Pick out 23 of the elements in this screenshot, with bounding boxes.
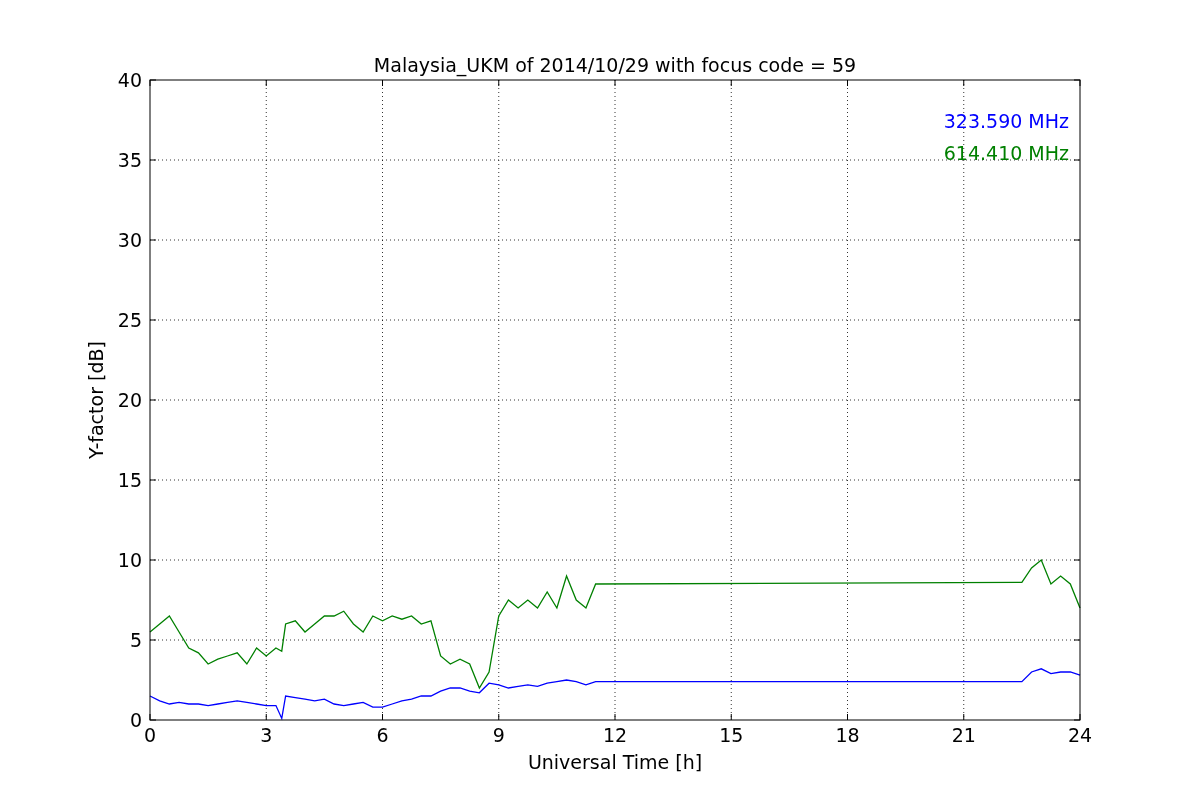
x-tick-label: 9 — [492, 724, 505, 746]
y-tick-label: 25 — [117, 309, 142, 331]
chart-title: Malaysia_UKM of 2014/10/29 with focus code = 59 — [373, 54, 857, 76]
x-tick-label: 12 — [602, 724, 628, 746]
y-axis-label: Y-factor [dB] — [85, 341, 107, 459]
x-axis-label: Universal Time [h] — [527, 751, 703, 773]
x-tick-label: 0 — [143, 724, 157, 746]
x-tick-label: 6 — [376, 724, 389, 746]
x-tick-label: 21 — [951, 724, 976, 746]
y-tick-label: 5 — [129, 629, 142, 651]
y-tick-label: 35 — [117, 149, 142, 171]
y-tick-label: 20 — [117, 389, 142, 411]
x-tick-label: 18 — [835, 724, 860, 746]
x-tick-label: 24 — [1067, 724, 1093, 746]
legend-label: 323.590 MHz — [943, 110, 1069, 132]
y-tick-label: 15 — [117, 469, 142, 491]
legend-label: 614.410 MHz — [943, 142, 1069, 164]
y-tick-label: 0 — [129, 709, 142, 731]
y-tick-label: 10 — [117, 549, 142, 571]
y-tick-label: 30 — [117, 229, 142, 251]
x-tick-label: 3 — [260, 724, 273, 746]
x-tick-label: 15 — [719, 724, 744, 746]
y-tick-label: 40 — [117, 69, 142, 91]
